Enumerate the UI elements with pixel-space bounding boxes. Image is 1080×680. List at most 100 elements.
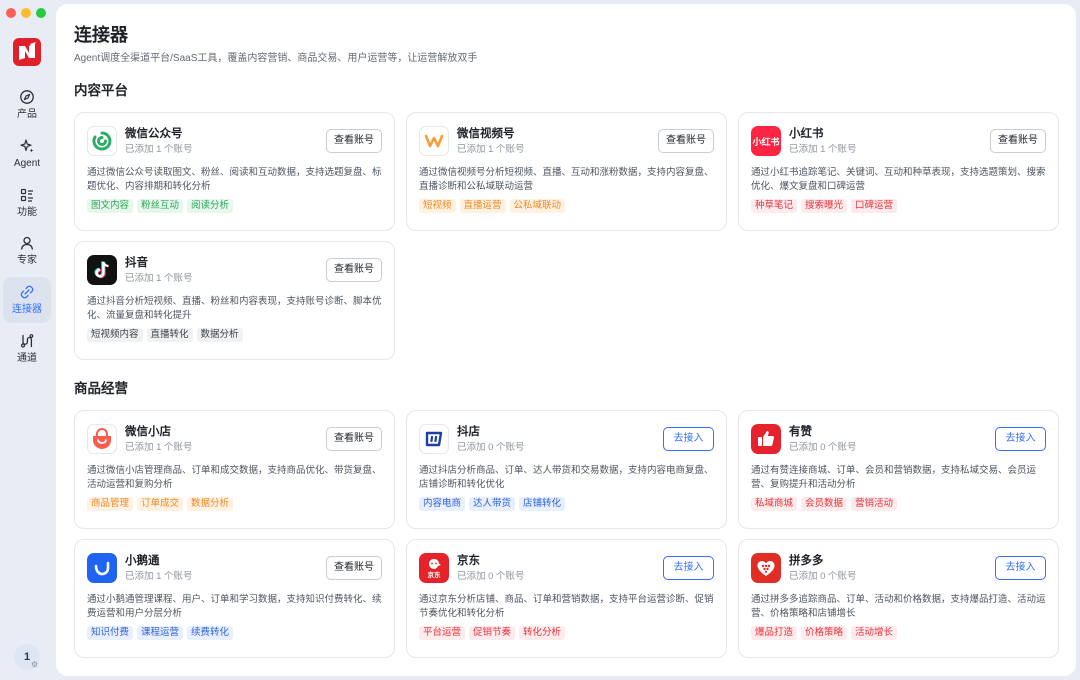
connector-tag: 达人带货 — [469, 497, 516, 511]
connector-tags: 内容电商 达人带货 店铺转化 — [419, 497, 714, 511]
icon-logo-text: 小红书 — [752, 137, 780, 148]
xiaoe-icon — [87, 553, 117, 583]
connector-description: 通过抖店分析商品、订单、达人带货和交易数据，支持内容电商复盘、店铺诊断和转化优化 — [419, 465, 714, 490]
connector-name: 抖音 — [125, 256, 148, 269]
connector-tag: 短视频 — [419, 199, 456, 213]
connector-tag: 营销活动 — [851, 497, 898, 511]
connect-button[interactable]: 去接入 — [995, 556, 1046, 580]
connect-button[interactable]: 去接入 — [663, 427, 714, 451]
view-accounts-button[interactable]: 查看账号 — [658, 129, 714, 153]
section-title: 商品经营 — [74, 381, 128, 396]
connector-tags: 短视频 直播运营 公私域联动 — [419, 199, 714, 213]
connector-title-block: 微信小店 已添加 1 个账号 — [125, 425, 193, 454]
connector-tag: 平台运营 — [419, 626, 466, 640]
connector-tags: 商品管理 订单成交 数据分析 — [87, 497, 382, 511]
connector-description: 通过微信小店管理商品、订单和成交数据，支持商品优化、带货复盘、活动运营和复购分析 — [87, 465, 382, 490]
sidebar-item-3[interactable]: 专家 — [3, 228, 51, 274]
connector-card[interactable]: 小红书 小红书 已添加 1 个账号 查看账号 通过小红书追踪笔记、关键词、互动和种草表现… — [738, 112, 1059, 231]
wechat-store-icon — [87, 424, 117, 454]
sidebar-item-2[interactable]: 功能 — [3, 180, 51, 226]
connector-tag: 直播运营 — [459, 199, 506, 213]
page-title: 连接器 — [74, 25, 128, 45]
connector-account-count: 已添加 1 个账号 — [457, 143, 525, 155]
settings-gear-icon[interactable]: ⚙ — [31, 660, 38, 669]
xiaohongshu-icon: 小红书 — [751, 126, 781, 156]
view-accounts-button[interactable]: 查看账号 — [326, 427, 382, 451]
connector-tag: 粉丝互动 — [137, 199, 184, 213]
view-accounts-button[interactable]: 查看账号 — [990, 129, 1046, 153]
connector-card[interactable]: 抖店 已添加 0 个账号 去接入通过抖店分析商品、订单、达人带货和交易数据，支持内容… — [406, 410, 727, 529]
connector-grid: 微信小店 已添加 1 个账号 查看账号 通过微信小店管理商品、订单和成交数据，支持商品… — [74, 410, 1059, 658]
connector-card[interactable]: 拼多多 已添加 0 个账号 去接入通过拼多多追踪商品、订单、活动和价格数据，支持爆品… — [738, 539, 1059, 658]
sidebar-item-1[interactable]: Agent — [3, 131, 51, 177]
connector-account-count: 已添加 0 个账号 — [789, 441, 857, 453]
youzan-icon — [751, 424, 781, 454]
section-title: 内容平台 — [74, 83, 128, 98]
connector-title-block: 微信公众号已添加 1 个账号 — [125, 127, 193, 156]
connector-tag: 促销节奏 — [469, 626, 516, 640]
sidebar-item-4[interactable]: 连接器 — [3, 277, 51, 324]
connector-card[interactable]: 微信公众号 已添加 1 个账号 查看账号 通过微信公众号读取图文、粉丝、阅读和互动数据… — [74, 112, 395, 231]
connector-description: 通过小红书追踪笔记、关键词、互动和种草表现，支持选题策划、搜索优化、爆文复盘和口… — [751, 167, 1046, 192]
connector-tag: 知识付费 — [87, 626, 134, 640]
connector-description: 通过拼多多追踪商品、订单、活动和价格数据，支持爆品打造、活动运营、价格策略和店铺… — [751, 594, 1046, 619]
view-accounts-button[interactable]: 查看账号 — [326, 258, 382, 282]
connector-name: 拼多多 — [789, 554, 824, 567]
link-icon — [19, 284, 35, 300]
connector-tag: 数据分析 — [187, 497, 234, 511]
connector-card[interactable]: 抖音 已添加 1 个账号 查看账号 通过抖音分析短视频、直播、粉丝和内容表现，支持账号… — [74, 241, 395, 360]
connector-name: 微信视频号 — [457, 127, 515, 140]
connector-name: 微信公众号 — [125, 127, 183, 140]
connector-tags: 图文内容 粉丝互动 阅读分析 — [87, 199, 382, 213]
connector-tag: 口碑运营 — [851, 199, 898, 213]
sidebar-item-label: 连接器 — [12, 304, 42, 316]
brand-logo-icon[interactable] — [13, 38, 41, 66]
connector-account-count: 已添加 1 个账号 — [125, 441, 193, 453]
doudian-icon — [419, 424, 449, 454]
connector-tag: 图文内容 — [87, 199, 134, 213]
connect-button[interactable]: 去接入 — [663, 556, 714, 580]
connector-account-count: 已添加 0 个账号 — [457, 570, 525, 582]
connector-tags: 平台运营 促销节奏 转化分析 — [419, 626, 714, 640]
view-accounts-button[interactable]: 查看账号 — [326, 556, 382, 580]
sidebar-item-5[interactable]: 通道 — [3, 326, 51, 372]
connector-title-block: 有赞已添加 0 个账号 — [789, 425, 857, 454]
sidebar-item-label: 通道 — [17, 352, 37, 364]
connector-tag: 课程运营 — [137, 626, 184, 640]
connector-title-block: 抖店 已添加 0 个账号 — [457, 425, 525, 454]
sidebar-item-0[interactable]: 产品 — [3, 82, 51, 128]
connector-tags: 种草笔记 搜索曝光 口碑运营 — [751, 199, 1046, 213]
connector-name: 抖店 — [457, 425, 480, 438]
sparkle-icon — [19, 138, 35, 154]
connector-tag: 数据分析 — [196, 328, 243, 342]
connector-title-block: 拼多多 已添加 0 个账号 — [789, 554, 857, 583]
connector-description: 通过有赞连接商城、订单、会员和营销数据，支持私域交易、会员运营、复购提升和活动分… — [751, 465, 1037, 490]
connector-card[interactable]: 小鹅通 已添加 1 个账号 查看账号 通过小鹅通管理课程、用户、订单和学习数据，支持知… — [74, 539, 395, 658]
connector-tags: 短视频内容 直播转化 数据分析 — [87, 328, 382, 342]
view-accounts-button[interactable]: 查看账号 — [326, 129, 382, 153]
connector-tag: 种草笔记 — [751, 199, 798, 213]
connector-name: 有赞 — [789, 425, 812, 438]
connector-description: 通过京东分析店铺、商品、订单和营销数据，支持平台运营诊断、促销节奏优化和转化分析 — [419, 594, 714, 619]
douyin-icon — [87, 255, 117, 285]
connector-card[interactable]: 京东 京东 已添加 0 个账号 去接入 通过京东分析店铺、商品、订单和营销数据，支持平台… — [406, 539, 727, 658]
connector-card[interactable]: 微信视频号已添加 1 个账号 查看账号通过微信视频号分析短视频、直播、互动和涨粉数… — [406, 112, 727, 231]
connector-tags: 知识付费 课程运营 续费转化 — [87, 626, 382, 640]
sidebar-item-label: 产品 — [17, 109, 37, 120]
pinduoduo-icon — [751, 553, 781, 583]
connector-account-count: 已添加 1 个账号 — [125, 143, 193, 155]
connector-description: 通过微信视频号分析短视频、直播、互动和涨粉数据，支持内容复盘、直播诊断和公私域联… — [419, 167, 714, 192]
connector-card[interactable]: 微信小店 已添加 1 个账号 查看账号通过微信小店管理商品、订单和成交数据，支持商品… — [74, 410, 395, 529]
connector-tag: 活动增长 — [851, 626, 898, 640]
sidebar: 产品 Agent 功能 专家 连接器 通道 1 ⚙ — [0, 0, 54, 680]
connector-tag: 阅读分析 — [187, 199, 234, 213]
connector-tag: 店铺转化 — [519, 497, 566, 511]
person-icon — [19, 235, 35, 251]
connect-button[interactable]: 去接入 — [995, 427, 1046, 451]
connector-name: 小鹅通 — [125, 554, 160, 567]
main-scroll-area[interactable]: 连接器 Agent调度全渠道平台/SaaS工具，覆盖内容营销、商品交易、用户运营… — [56, 4, 1076, 676]
connector-card[interactable]: 有赞已添加 0 个账号 去接入通过有赞连接商城、订单、会员和营销数据，支持私域交易… — [738, 410, 1059, 529]
connector-description: 通过抖音分析短视频、直播、粉丝和内容表现，支持账号诊断、脚本优化、流量复盘和转化… — [87, 296, 382, 321]
wechat-official-icon — [87, 126, 117, 156]
connector-tag: 内容电商 — [419, 497, 466, 511]
